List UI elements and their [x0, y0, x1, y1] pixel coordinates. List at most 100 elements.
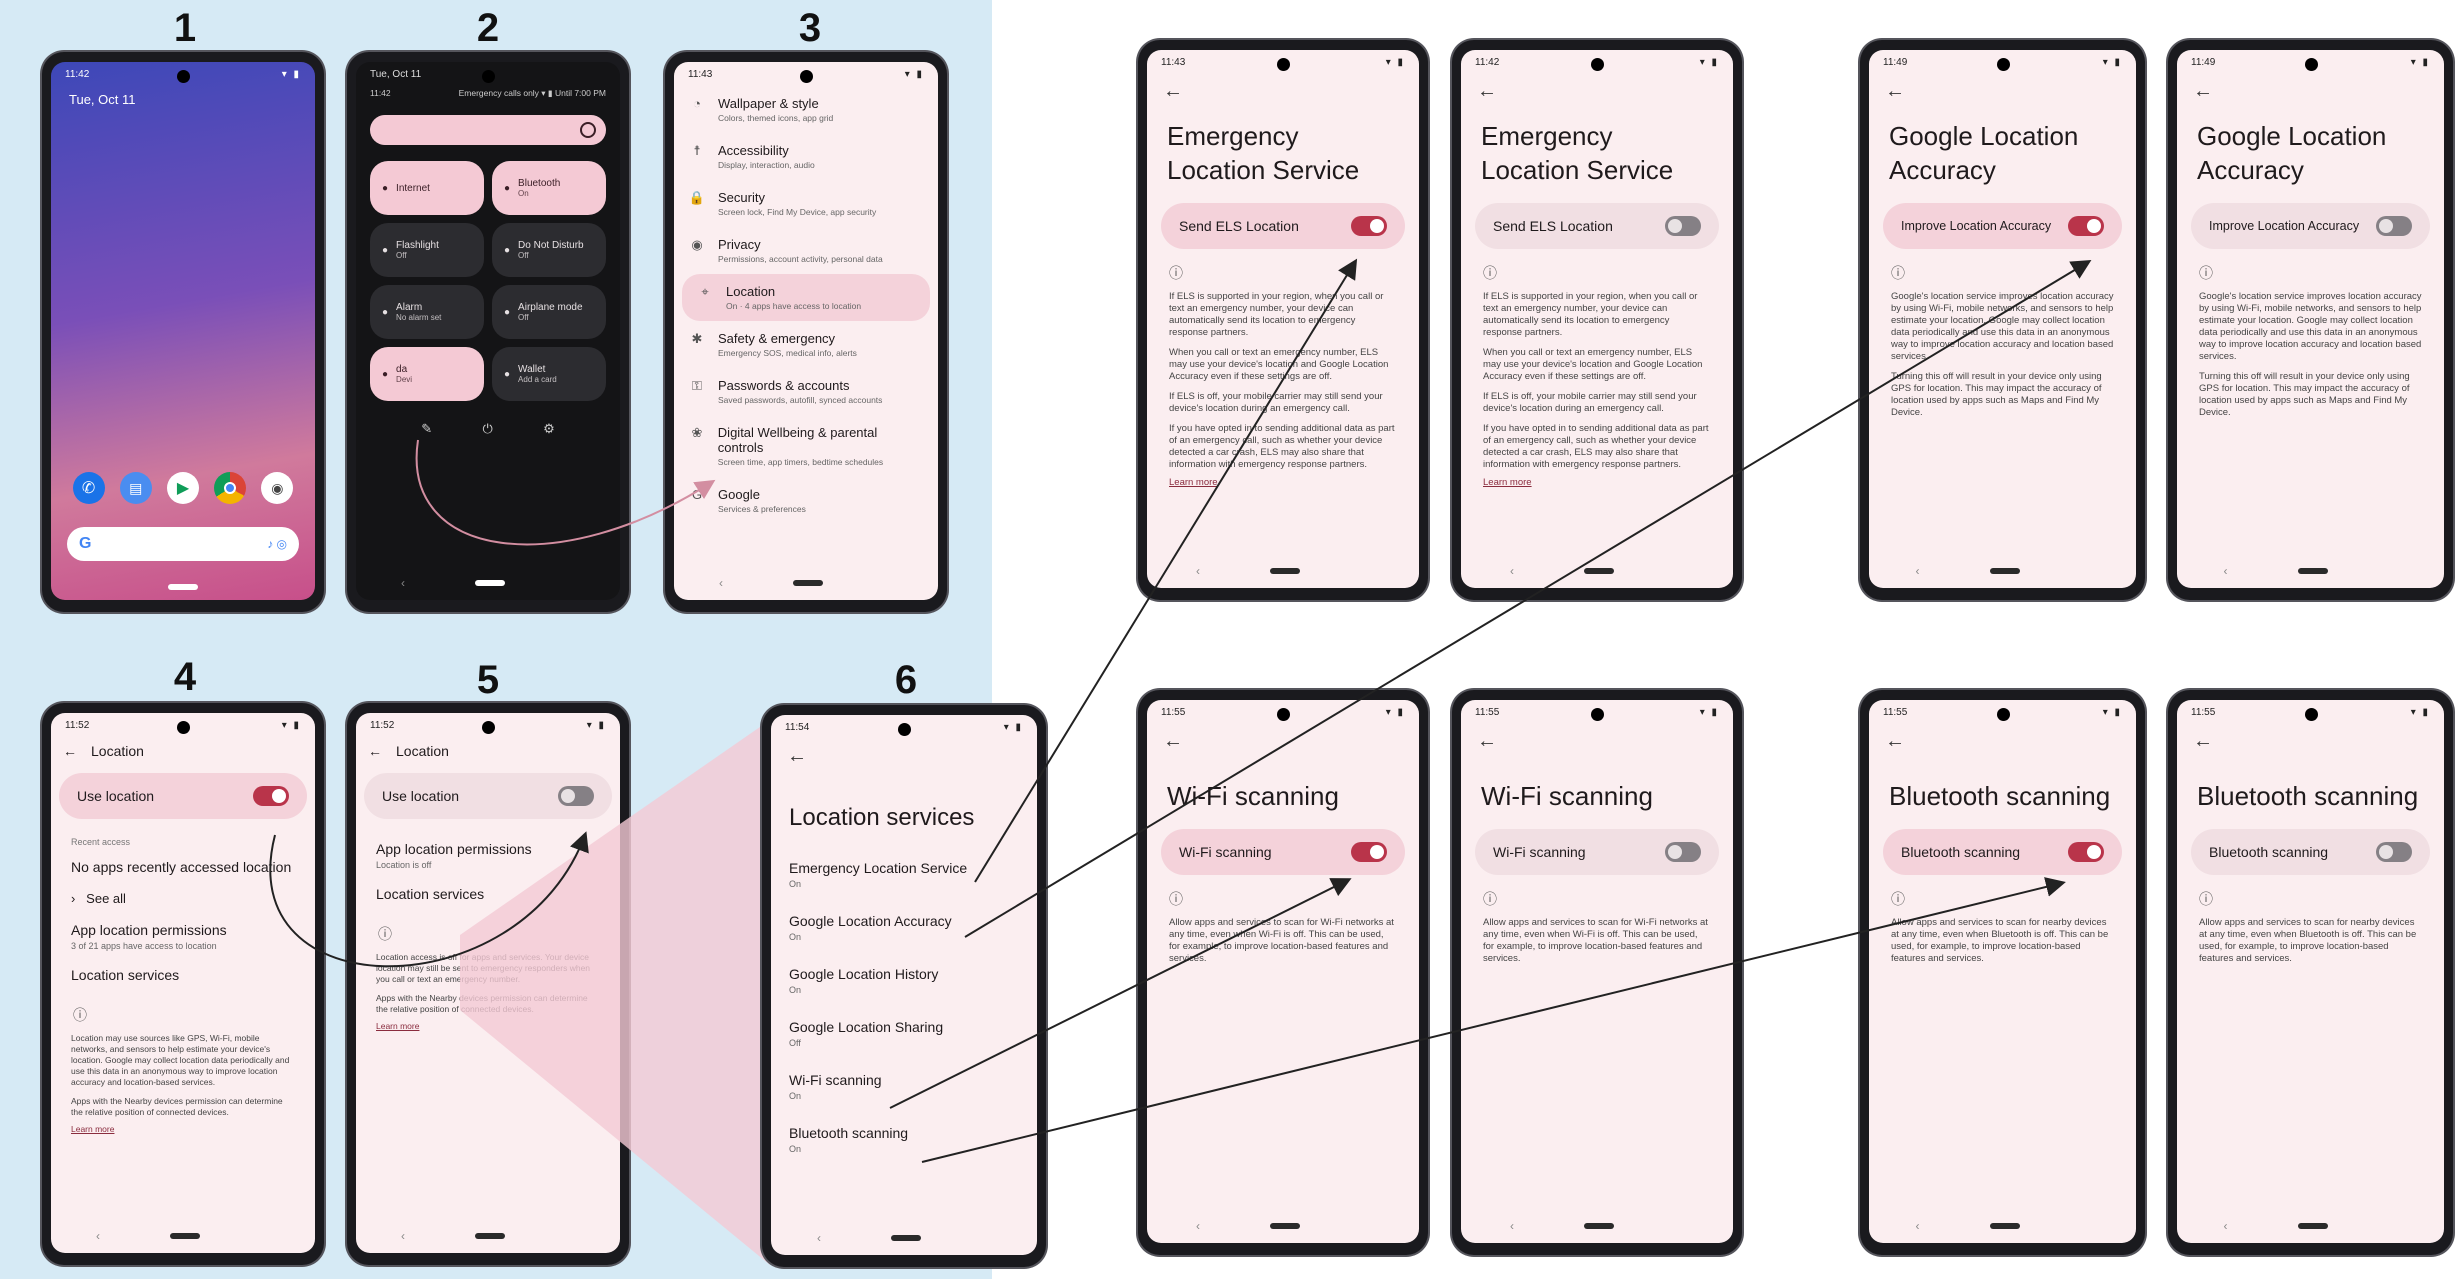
- bluetooth-scanning-toggle[interactable]: [2068, 842, 2104, 862]
- improve-accuracy-toggle[interactable]: [2068, 216, 2104, 236]
- location-service-item[interactable]: Google Location Sharing Off: [771, 1009, 1037, 1062]
- wifi-scanning-row[interactable]: Wi-Fi scanning: [1161, 829, 1405, 875]
- home-handle[interactable]: [1270, 1223, 1300, 1229]
- location-pin-icon: ⌖: [701, 284, 709, 299]
- home-handle[interactable]: [793, 580, 823, 586]
- home-handle[interactable]: [1584, 1223, 1614, 1229]
- back-arrow-icon[interactable]: ←: [1869, 74, 2136, 109]
- gla-description: Google's location service improves locat…: [1891, 291, 2114, 362]
- use-location-row[interactable]: Use location: [59, 773, 307, 819]
- send-els-row[interactable]: Send ELS Location: [1161, 203, 1405, 249]
- home-handle[interactable]: [168, 584, 198, 590]
- back-arrow-icon[interactable]: ←: [1869, 724, 2136, 759]
- use-location-row[interactable]: Use location: [364, 773, 612, 819]
- home-handle[interactable]: [475, 580, 505, 586]
- tile-icon: ●: [504, 244, 511, 256]
- settings-gear-icon[interactable]: ⚙: [543, 421, 555, 437]
- back-arrow-icon[interactable]: ←: [368, 743, 382, 759]
- home-handle[interactable]: [170, 1233, 200, 1239]
- phone-app-icon[interactable]: ✆: [72, 472, 105, 504]
- back-arrow-icon[interactable]: ←: [1461, 74, 1733, 109]
- wifi-scanning-toggle[interactable]: [1665, 842, 1701, 862]
- home-handle[interactable]: [2297, 568, 2328, 574]
- settings-item[interactable]: ⚿ Passwords & accounts Saved passwords, au…: [674, 368, 938, 415]
- wifi-scanning-row[interactable]: Wi-Fi scanning: [1475, 829, 1719, 875]
- bluetooth-scanning-row[interactable]: Bluetooth scanning: [1883, 829, 2122, 875]
- location-service-item[interactable]: Wi-Fi scanning On: [771, 1062, 1037, 1115]
- mic-lens-icons[interactable]: ♪ ◎: [267, 537, 287, 551]
- play-store-icon[interactable]: ▶: [166, 472, 199, 504]
- learn-more-link[interactable]: Learn more: [356, 1019, 620, 1033]
- status-time: 11:42: [65, 68, 90, 80]
- back-arrow-icon[interactable]: ←: [2177, 74, 2444, 109]
- improve-accuracy-toggle[interactable]: [2376, 216, 2412, 236]
- see-all-link[interactable]: › See all: [51, 883, 315, 914]
- location-service-item[interactable]: Google Location Accuracy On: [771, 903, 1037, 956]
- nav-bar: ‹: [1147, 1219, 1419, 1233]
- messages-app-icon[interactable]: ▤: [119, 472, 152, 504]
- quick-tile[interactable]: ● Do Not Disturb Off: [492, 223, 606, 277]
- bluetooth-scanning-toggle[interactable]: [2376, 842, 2412, 862]
- home-handle[interactable]: [1270, 568, 1300, 574]
- chrome-app-icon[interactable]: [214, 472, 247, 504]
- back-arrow-icon[interactable]: ←: [1461, 724, 1733, 759]
- settings-item[interactable]: ✱ Safety & emergency Emergency SOS, medica…: [674, 321, 938, 368]
- app-location-permissions[interactable]: App location permissions 3 of 21 apps hav…: [51, 914, 315, 959]
- wifi-scanning-toggle[interactable]: [1351, 842, 1387, 862]
- tile-label: Flashlight: [396, 240, 439, 251]
- improve-accuracy-row[interactable]: Improve Location Accuracy: [2191, 203, 2430, 249]
- learn-more-link[interactable]: Learn more: [1461, 475, 1733, 490]
- settings-item[interactable]: ⌖ Location On · 4 apps have access to loca…: [682, 274, 930, 321]
- bluetooth-scanning-row[interactable]: Bluetooth scanning: [2191, 829, 2430, 875]
- settings-item[interactable]: ◔ Wallpaper & style Colors, themed icons, …: [674, 86, 938, 133]
- google-search-bar[interactable]: G ♪ ◎: [67, 527, 299, 561]
- settings-item[interactable]: G Google Services & preferences: [674, 477, 938, 524]
- back-arrow-icon[interactable]: ←: [63, 743, 77, 759]
- quick-tile[interactable]: ● Internet: [370, 161, 484, 215]
- settings-item[interactable]: ☨ Accessibility Display, interaction, audi…: [674, 133, 938, 180]
- home-handle[interactable]: [475, 1233, 505, 1239]
- back-arrow-icon[interactable]: ←: [1147, 74, 1419, 109]
- step-number-4: 4: [173, 655, 197, 699]
- edit-icon[interactable]: ✎: [421, 421, 432, 437]
- use-location-toggle[interactable]: [558, 786, 594, 806]
- nav-bar: ‹: [771, 1231, 1037, 1245]
- settings-item[interactable]: ◉ Privacy Permissions, account activity, p…: [674, 227, 938, 274]
- info-icon: ⓘ: [2199, 891, 2213, 907]
- back-arrow-icon[interactable]: ←: [2177, 724, 2444, 759]
- send-els-row[interactable]: Send ELS Location: [1475, 203, 1719, 249]
- bluetooth-description: Allow apps and services to scan for near…: [1891, 917, 2109, 964]
- quick-tile[interactable]: ● Wallet Add a card: [492, 347, 606, 401]
- app-location-permissions[interactable]: App location permissions Location is off: [356, 823, 620, 878]
- location-service-item[interactable]: Google Location History On: [771, 956, 1037, 1009]
- power-icon[interactable]: ⏻: [482, 421, 492, 437]
- improve-accuracy-row[interactable]: Improve Location Accuracy: [1883, 203, 2122, 249]
- location-services-link[interactable]: Location services: [356, 878, 620, 910]
- settings-item[interactable]: 🔒 Security Screen lock, Find My Device, ap…: [674, 180, 938, 227]
- learn-more-link[interactable]: Learn more: [51, 1122, 315, 1136]
- home-handle[interactable]: [891, 1235, 921, 1241]
- home-handle[interactable]: [1989, 568, 2020, 574]
- back-arrow-icon[interactable]: ←: [1147, 724, 1419, 759]
- camera-app-icon[interactable]: ◉: [261, 472, 294, 504]
- home-handle[interactable]: [1989, 1223, 2020, 1229]
- location-service-item[interactable]: Bluetooth scanning On: [771, 1115, 1037, 1168]
- back-arrow-icon[interactable]: ←: [771, 739, 1037, 774]
- quick-tile[interactable]: ● Airplane mode Off: [492, 285, 606, 339]
- page-title: Google Location Accuracy: [2197, 121, 2387, 185]
- send-els-toggle[interactable]: [1351, 216, 1387, 236]
- location-service-item[interactable]: Emergency Location Service On: [771, 850, 1037, 903]
- quick-tile[interactable]: ● Alarm No alarm set: [370, 285, 484, 339]
- location-services-link[interactable]: Location services: [51, 959, 315, 991]
- send-els-toggle[interactable]: [1665, 216, 1701, 236]
- quick-tile[interactable]: ● Bluetooth On: [492, 161, 606, 215]
- home-handle[interactable]: [2297, 1223, 2328, 1229]
- learn-more-link[interactable]: Learn more: [1147, 475, 1419, 490]
- use-location-toggle[interactable]: [253, 786, 289, 806]
- phone-home-screen: 11:42 ▾ ▮ Tue, Oct 11 ✆ ▤ ▶ ◉ G ♪ ◎: [42, 52, 324, 612]
- settings-item[interactable]: ❀ Digital Wellbeing & parental controls Sc…: [674, 415, 938, 477]
- brightness-slider[interactable]: [370, 115, 606, 145]
- home-handle[interactable]: [1584, 568, 1614, 574]
- quick-tile[interactable]: ● Flashlight Off: [370, 223, 484, 277]
- quick-tile[interactable]: ● da Devi: [370, 347, 484, 401]
